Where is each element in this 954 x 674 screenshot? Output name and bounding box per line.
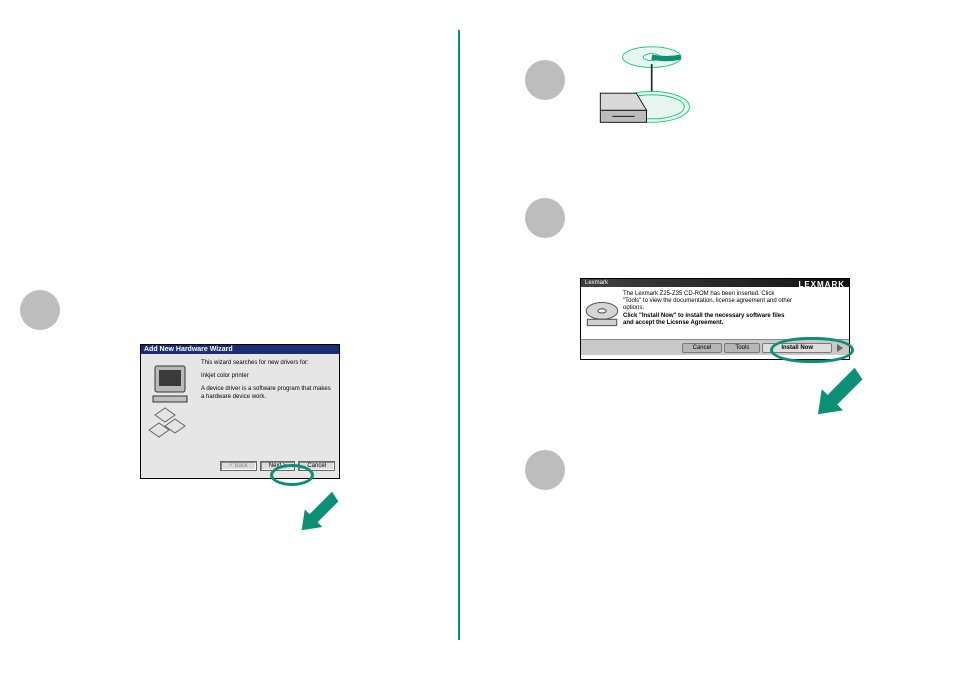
wizard-back-button[interactable]: < Back — [220, 461, 257, 471]
step-4-marker — [525, 450, 565, 490]
computer-with-pages-icon — [147, 360, 197, 450]
add-new-hardware-wizard-window: Add New Hardware Wizard This wizard sear… — [140, 344, 340, 479]
wizard-button-row: < Back Next > Cancel — [141, 461, 335, 471]
pointer-arrow-icon — [300, 487, 348, 535]
lexmark-title-bar: Lexmark LEXMARK — [581, 279, 849, 287]
insert-cd-illustration — [590, 40, 710, 160]
wizard-line-1: This wizard searches for new drivers for… — [201, 360, 333, 367]
lexmark-line-2: Click "Install Now" to install the neces… — [623, 313, 792, 327]
wizard-line-3: A device driver is a software program th… — [201, 386, 333, 400]
step-3-marker — [525, 198, 565, 238]
lexmark-app-name: Lexmark — [585, 280, 608, 286]
step-1-marker — [20, 290, 60, 330]
lexmark-install-now-button[interactable]: Install Now — [762, 343, 832, 353]
lexmark-installer-window: Lexmark LEXMARK The Lexmark Z25-Z35 CD-R… — [580, 278, 850, 360]
chevron-right-icon — [837, 344, 843, 352]
lexmark-tools-button[interactable]: Tools — [724, 343, 760, 353]
wizard-next-button[interactable]: Next > — [260, 461, 296, 471]
lexmark-brand-logo: LEXMARK — [798, 280, 845, 289]
wizard-title-bar: Add New Hardware Wizard — [141, 345, 339, 354]
wizard-line-2: Inkjet color printer — [201, 373, 333, 380]
wizard-cancel-button[interactable]: Cancel — [298, 461, 335, 471]
lexmark-button-row: Cancel Tools Install Now — [581, 339, 849, 355]
pointer-arrow-icon — [816, 362, 874, 420]
vertical-divider — [458, 30, 460, 640]
lexmark-cd-icon — [581, 287, 623, 339]
step-2-marker — [525, 60, 565, 100]
lexmark-line-1: The Lexmark Z25-Z35 CD-ROM has been inse… — [623, 291, 792, 313]
lexmark-body-text: The Lexmark Z25-Z35 CD-ROM has been inse… — [623, 287, 798, 339]
wizard-body-text: This wizard searches for new drivers for… — [201, 360, 333, 407]
left-column: Add New Hardware Wizard This wizard sear… — [0, 0, 458, 674]
lexmark-cancel-button[interactable]: Cancel — [682, 343, 723, 353]
wizard-illustration — [147, 360, 197, 450]
right-column: Lexmark LEXMARK The Lexmark Z25-Z35 CD-R… — [480, 0, 940, 674]
cd-into-drive-icon — [590, 40, 710, 160]
